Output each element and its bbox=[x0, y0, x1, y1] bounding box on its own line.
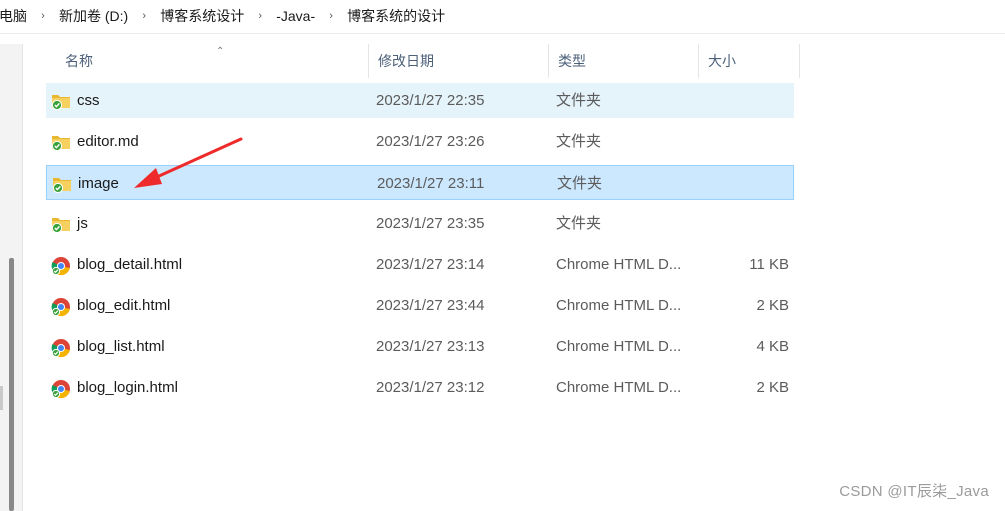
file-modified-date: 2023/1/27 23:35 bbox=[376, 215, 485, 232]
file-row-blog-list-html[interactable]: blog_list.html 2023/1/27 23:13 Chrome HTML… bbox=[46, 329, 794, 364]
column-header-name-label: 名称 bbox=[65, 53, 93, 69]
file-type: 文件夹 bbox=[556, 92, 602, 109]
file-modified-date: 2023/1/27 23:11 bbox=[377, 175, 485, 192]
file-name: blog_login.html bbox=[77, 379, 178, 396]
file-modified-date: 2023/1/27 23:13 bbox=[376, 338, 485, 355]
breadcrumb: 电脑 › 新加卷 (D:) › 博客系统设计 › -Java- › 博客系统的设… bbox=[0, 0, 1005, 32]
watermark: CSDN @IT辰柒_Java bbox=[839, 483, 989, 500]
chevron-right-icon[interactable]: › bbox=[131, 10, 157, 22]
file-row-editor-md[interactable]: editor.md 2023/1/27 23:26 文件夹 bbox=[46, 124, 794, 159]
breadcrumb-item-drive-d[interactable]: 新加卷 (D:) bbox=[56, 6, 131, 26]
file-type: 文件夹 bbox=[556, 133, 602, 150]
folder-icon bbox=[52, 175, 72, 194]
file-modified-date: 2023/1/27 23:12 bbox=[376, 379, 485, 396]
sort-ascending-icon: ⌃ bbox=[216, 46, 225, 57]
file-size: 11 KB bbox=[749, 256, 789, 273]
chevron-right-icon[interactable]: › bbox=[318, 10, 344, 22]
file-type: 文件夹 bbox=[557, 175, 603, 192]
file-modified-date: 2023/1/27 23:14 bbox=[376, 256, 485, 273]
breadcrumb-item-current-folder[interactable]: 博客系统的设计 bbox=[344, 6, 448, 26]
file-size: 4 KB bbox=[756, 338, 789, 355]
file-name: css bbox=[77, 92, 100, 109]
chrome-icon bbox=[51, 338, 71, 358]
folder-icon bbox=[51, 215, 71, 234]
file-name: blog_list.html bbox=[77, 338, 165, 355]
chrome-icon bbox=[51, 297, 71, 317]
file-size: 2 KB bbox=[756, 379, 789, 396]
navigation-pane bbox=[0, 44, 23, 511]
column-header-size[interactable]: 大小 bbox=[699, 44, 800, 78]
chevron-right-icon[interactable]: › bbox=[247, 10, 273, 22]
file-row-blog-detail-html[interactable]: blog_detail.html 2023/1/27 23:14 Chrome HT… bbox=[46, 247, 794, 282]
chrome-icon bbox=[51, 379, 71, 399]
chrome-icon bbox=[51, 256, 71, 276]
file-modified-date: 2023/1/27 22:35 bbox=[376, 92, 485, 109]
file-size: 2 KB bbox=[756, 297, 789, 314]
folder-icon bbox=[51, 133, 71, 152]
file-type: Chrome HTML D... bbox=[556, 256, 682, 273]
file-row-image[interactable]: image 2023/1/27 23:11 文件夹 bbox=[46, 165, 794, 200]
nav-pane-scrollbar[interactable] bbox=[9, 258, 14, 511]
chevron-right-icon[interactable]: › bbox=[30, 10, 56, 22]
file-type: Chrome HTML D... bbox=[556, 297, 682, 314]
file-type: 文件夹 bbox=[556, 215, 602, 232]
file-type: Chrome HTML D... bbox=[556, 338, 682, 355]
column-header-size-label: 大小 bbox=[708, 53, 736, 69]
file-row-blog-edit-html[interactable]: blog_edit.html 2023/1/27 23:44 Chrome HTML… bbox=[46, 288, 794, 323]
file-row-blog-login-html[interactable]: blog_login.html 2023/1/27 23:12 Chrome HTM… bbox=[46, 370, 794, 405]
nav-pane-splitter[interactable] bbox=[0, 386, 3, 410]
breadcrumb-item-java[interactable]: -Java- bbox=[273, 8, 318, 24]
file-name: blog_detail.html bbox=[77, 256, 183, 273]
file-row-css[interactable]: css 2023/1/27 22:35 文件夹 bbox=[46, 83, 794, 118]
column-header-date-label: 修改日期 bbox=[378, 53, 434, 69]
file-name: js bbox=[77, 215, 88, 232]
file-name: editor.md bbox=[77, 133, 139, 150]
file-modified-date: 2023/1/27 23:26 bbox=[376, 133, 485, 150]
file-row-js[interactable]: js 2023/1/27 23:35 文件夹 bbox=[46, 206, 794, 241]
column-header-type[interactable]: 类型 bbox=[549, 44, 699, 78]
divider bbox=[0, 33, 1005, 34]
column-header-row: 名称 ⌃ 修改日期 类型 大小 bbox=[46, 44, 800, 78]
file-modified-date: 2023/1/27 23:44 bbox=[376, 297, 485, 314]
file-name: image bbox=[78, 175, 119, 192]
column-header-date[interactable]: 修改日期 bbox=[369, 44, 549, 78]
breadcrumb-item-blog-design[interactable]: 博客系统设计 bbox=[157, 6, 247, 26]
column-header-name[interactable]: 名称 ⌃ bbox=[56, 44, 369, 78]
breadcrumb-item-pc[interactable]: 电脑 bbox=[0, 6, 30, 26]
file-type: Chrome HTML D... bbox=[556, 379, 682, 396]
column-header-type-label: 类型 bbox=[558, 53, 586, 69]
file-name: blog_edit.html bbox=[77, 297, 171, 314]
folder-icon bbox=[51, 92, 71, 111]
